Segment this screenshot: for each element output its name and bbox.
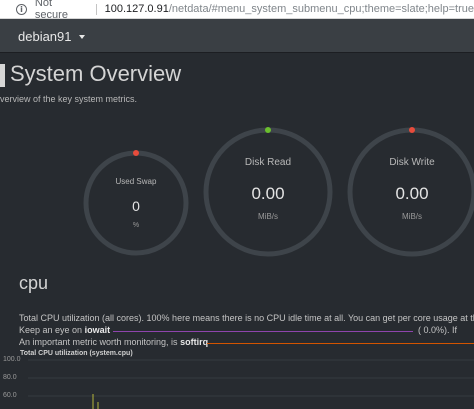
softirq-sparkline: [207, 343, 474, 344]
page-subtitle: verview of the key system metrics.: [0, 94, 138, 104]
gauge-value: 0: [132, 198, 140, 214]
url-host: 100.127.0.91: [104, 3, 169, 15]
host-dropdown[interactable]: debian91: [18, 29, 85, 44]
cpu-description-line2: Keep an eye on iowait: [19, 325, 110, 335]
gauge-used-swap[interactable]: Used Swap 0 %: [83, 150, 189, 256]
iowait-sparkline: [113, 331, 413, 332]
url-text[interactable]: 100.127.0.91/netdata/#menu_system_submen…: [105, 3, 474, 15]
gauge-disk-read[interactable]: Disk Read 0.00 MiB/s: [203, 127, 333, 257]
gauge-label: Disk Write: [389, 157, 435, 168]
page-title: System Overview: [10, 61, 182, 86]
cpu-chart[interactable]: 100.0 80.0 60.0: [0, 356, 474, 409]
caret-down-icon: [78, 34, 85, 39]
url-path: /netdata/#menu_system_submenu_cpu;theme=…: [168, 3, 474, 15]
gauge-value: 0.00: [395, 184, 429, 203]
softirq-prefix: An important metric worth monitoring, is: [19, 337, 178, 347]
gauge-disk-write[interactable]: Disk Write 0.00 MiB/s: [347, 127, 474, 257]
iowait-label: iowait: [84, 325, 111, 335]
iowait-prefix: Keep an eye on: [19, 325, 83, 335]
info-icon[interactable]: i: [16, 3, 27, 15]
iowait-value: ( 0.0%). If: [418, 325, 458, 335]
softirq-label: softirq: [180, 337, 209, 347]
top-navbar: debian91: [0, 19, 474, 53]
gauge-unit: %: [132, 222, 140, 229]
browser-address-bar[interactable]: i Not secure 100.127.0.91/netdata/#menu_…: [0, 0, 474, 21]
cpu-description-line1: Total CPU utilization (all cores). 100% …: [19, 313, 474, 323]
cpu-description-line3: An important metric worth monitoring, is…: [19, 337, 208, 347]
address-separator: [95, 3, 97, 15]
gauge-indicator-dot: [265, 127, 271, 133]
gauge-unit: MiB/s: [258, 212, 278, 221]
security-label[interactable]: Not secure: [35, 0, 88, 21]
gauge-indicator-dot: [133, 150, 139, 156]
gauge-label: Used Swap: [115, 177, 157, 186]
title-accent-bar: [0, 64, 5, 87]
gauge-value: 0.00: [251, 184, 285, 203]
cpu-description-text: Total CPU utilization (all cores). 100% …: [19, 313, 474, 323]
gauge-unit: MiB/s: [402, 212, 422, 221]
cpu-chart-plot: [28, 359, 474, 409]
section-title-cpu: cpu: [19, 273, 49, 293]
gauge-indicator-dot: [409, 127, 415, 133]
gauge-label: Disk Read: [244, 157, 292, 168]
host-name: debian91: [18, 29, 72, 44]
